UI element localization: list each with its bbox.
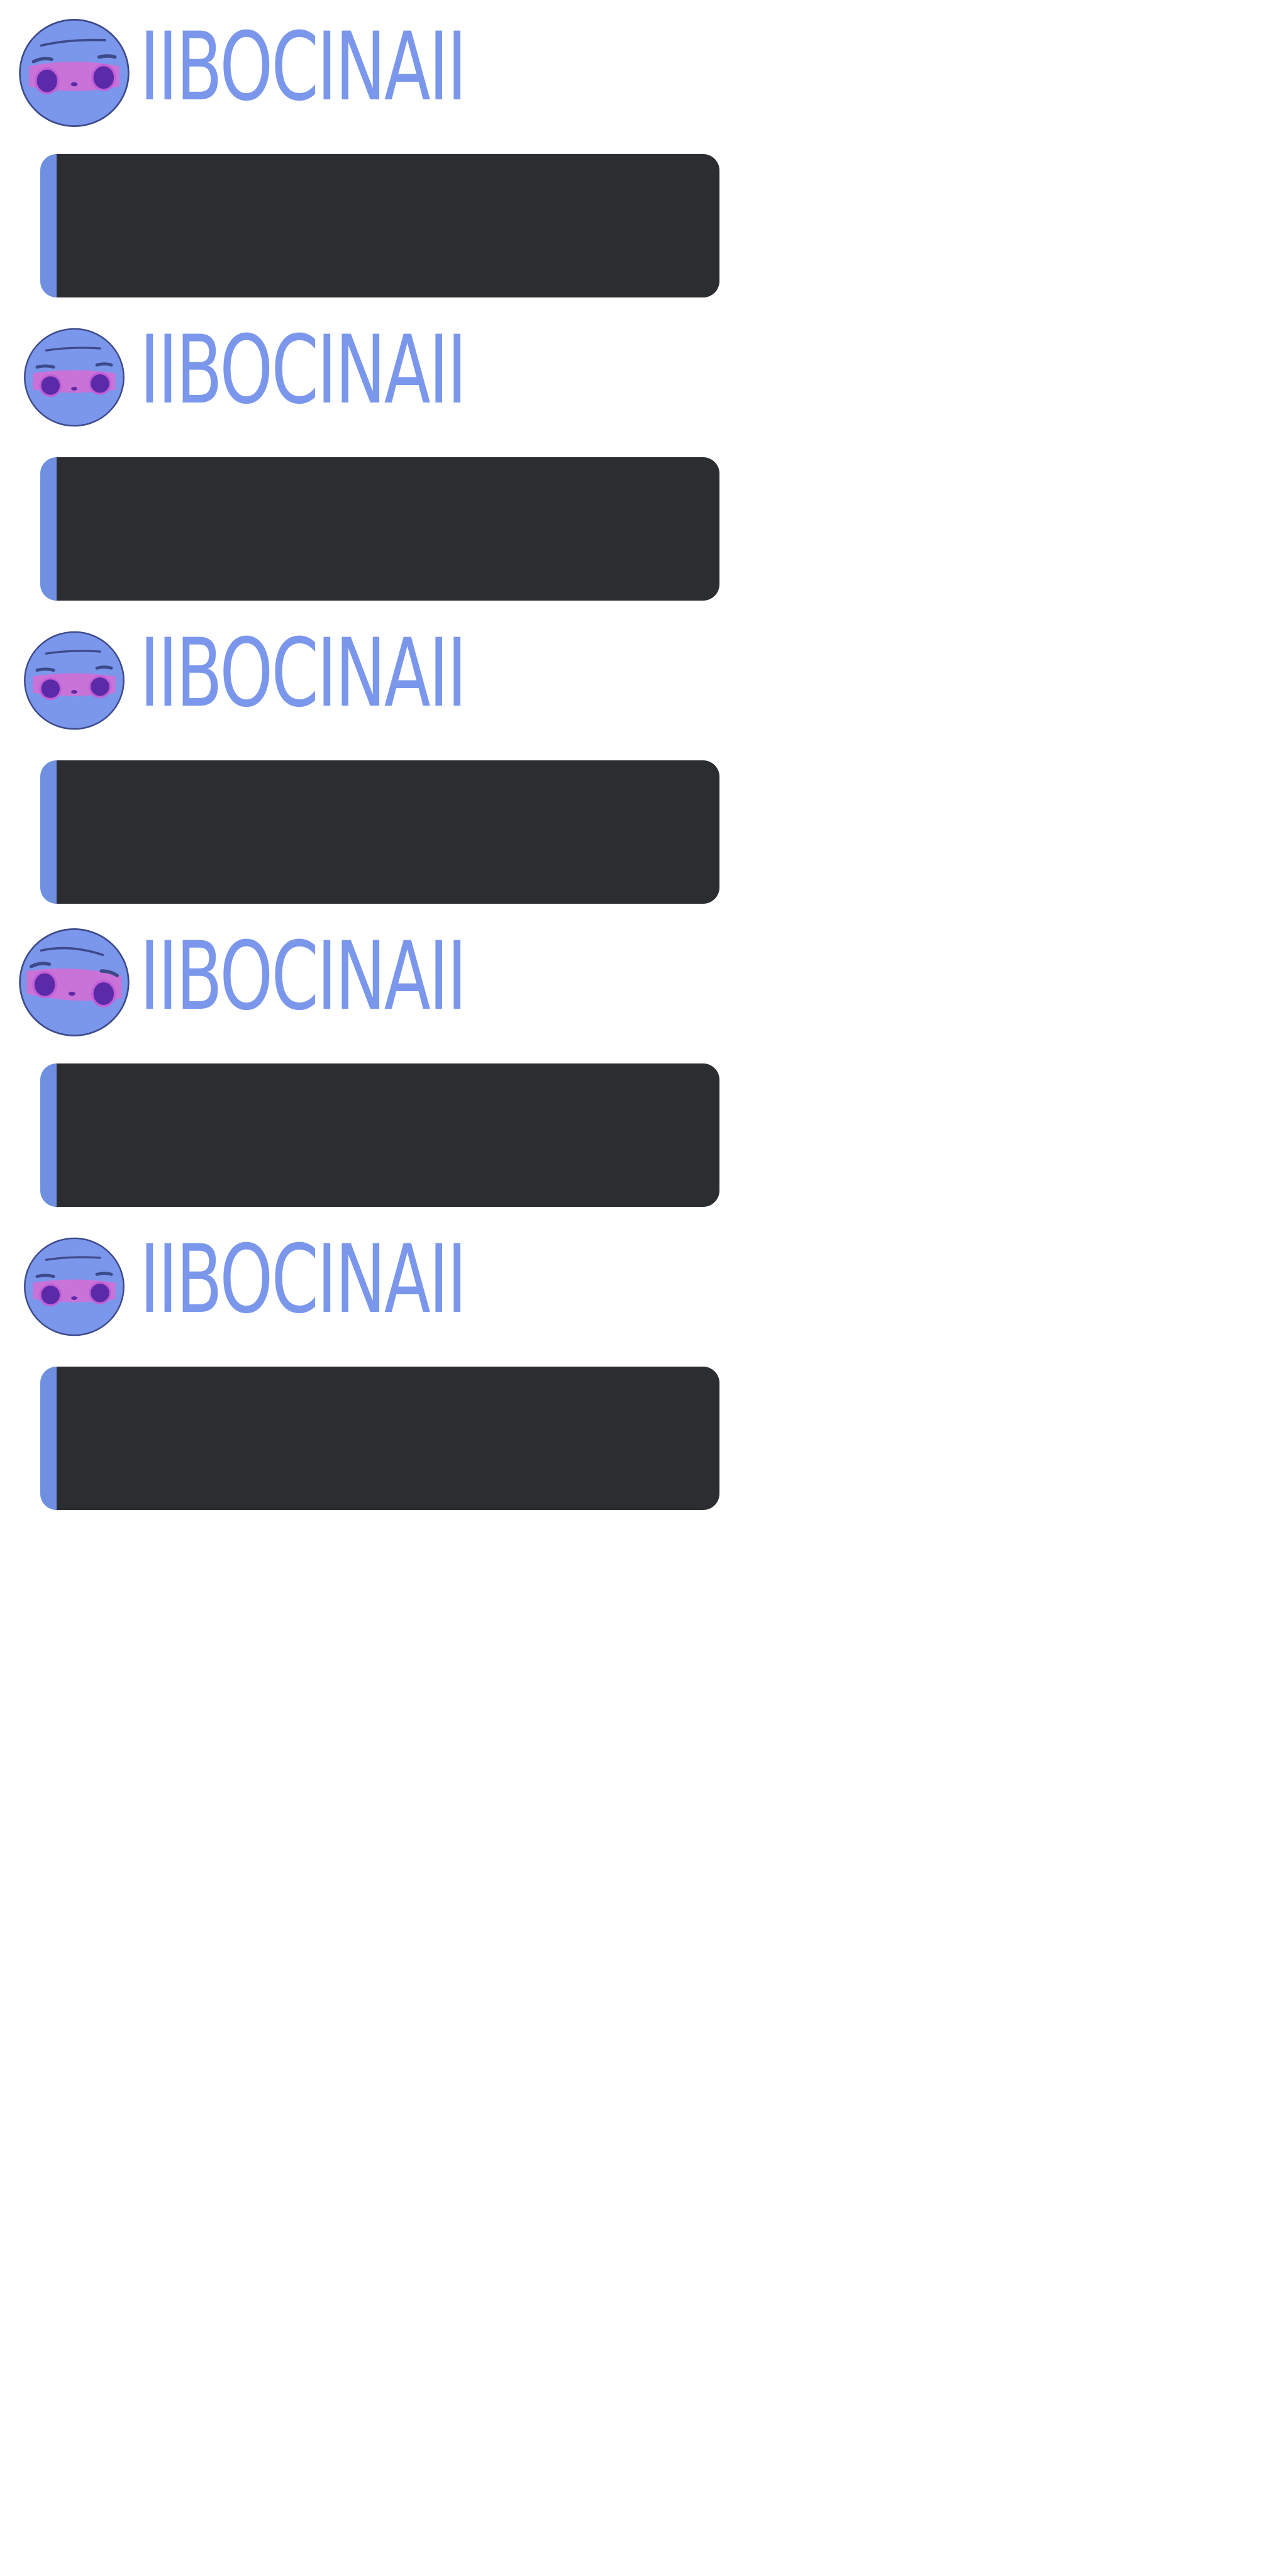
message-entry: IIBOCINAII xyxy=(0,303,730,606)
message-embed xyxy=(40,1367,719,1510)
avatar-icon[interactable] xyxy=(23,326,126,429)
message-entry: IIBOCINAII xyxy=(0,1213,730,1516)
avatar-icon[interactable] xyxy=(23,1235,126,1338)
message-header: IIBOCINAII xyxy=(0,909,730,1054)
message-embed xyxy=(40,154,719,297)
author-name[interactable]: IIBOCINAII xyxy=(140,14,467,121)
avatar-icon[interactable] xyxy=(18,926,131,1039)
message-embed xyxy=(40,760,719,904)
message-header: IIBOCINAII xyxy=(0,606,730,751)
message-entry: IIBOCINAII xyxy=(0,909,730,1213)
author-name[interactable]: IIBOCINAII xyxy=(140,1226,467,1333)
message-embed xyxy=(40,1063,719,1207)
avatar-icon[interactable] xyxy=(18,16,131,130)
author-name[interactable]: IIBOCINAII xyxy=(140,317,467,424)
message-header: IIBOCINAII xyxy=(0,1213,730,1357)
message-entry: IIBOCINAII xyxy=(0,0,730,303)
message-header: IIBOCINAII xyxy=(0,303,730,448)
message-embed xyxy=(40,457,719,601)
message-header: IIBOCINAII xyxy=(0,0,730,145)
message-entry: IIBOCINAII xyxy=(0,606,730,909)
author-name[interactable]: IIBOCINAII xyxy=(140,620,467,727)
author-name[interactable]: IIBOCINAII xyxy=(140,923,467,1030)
avatar-icon[interactable] xyxy=(23,629,126,732)
